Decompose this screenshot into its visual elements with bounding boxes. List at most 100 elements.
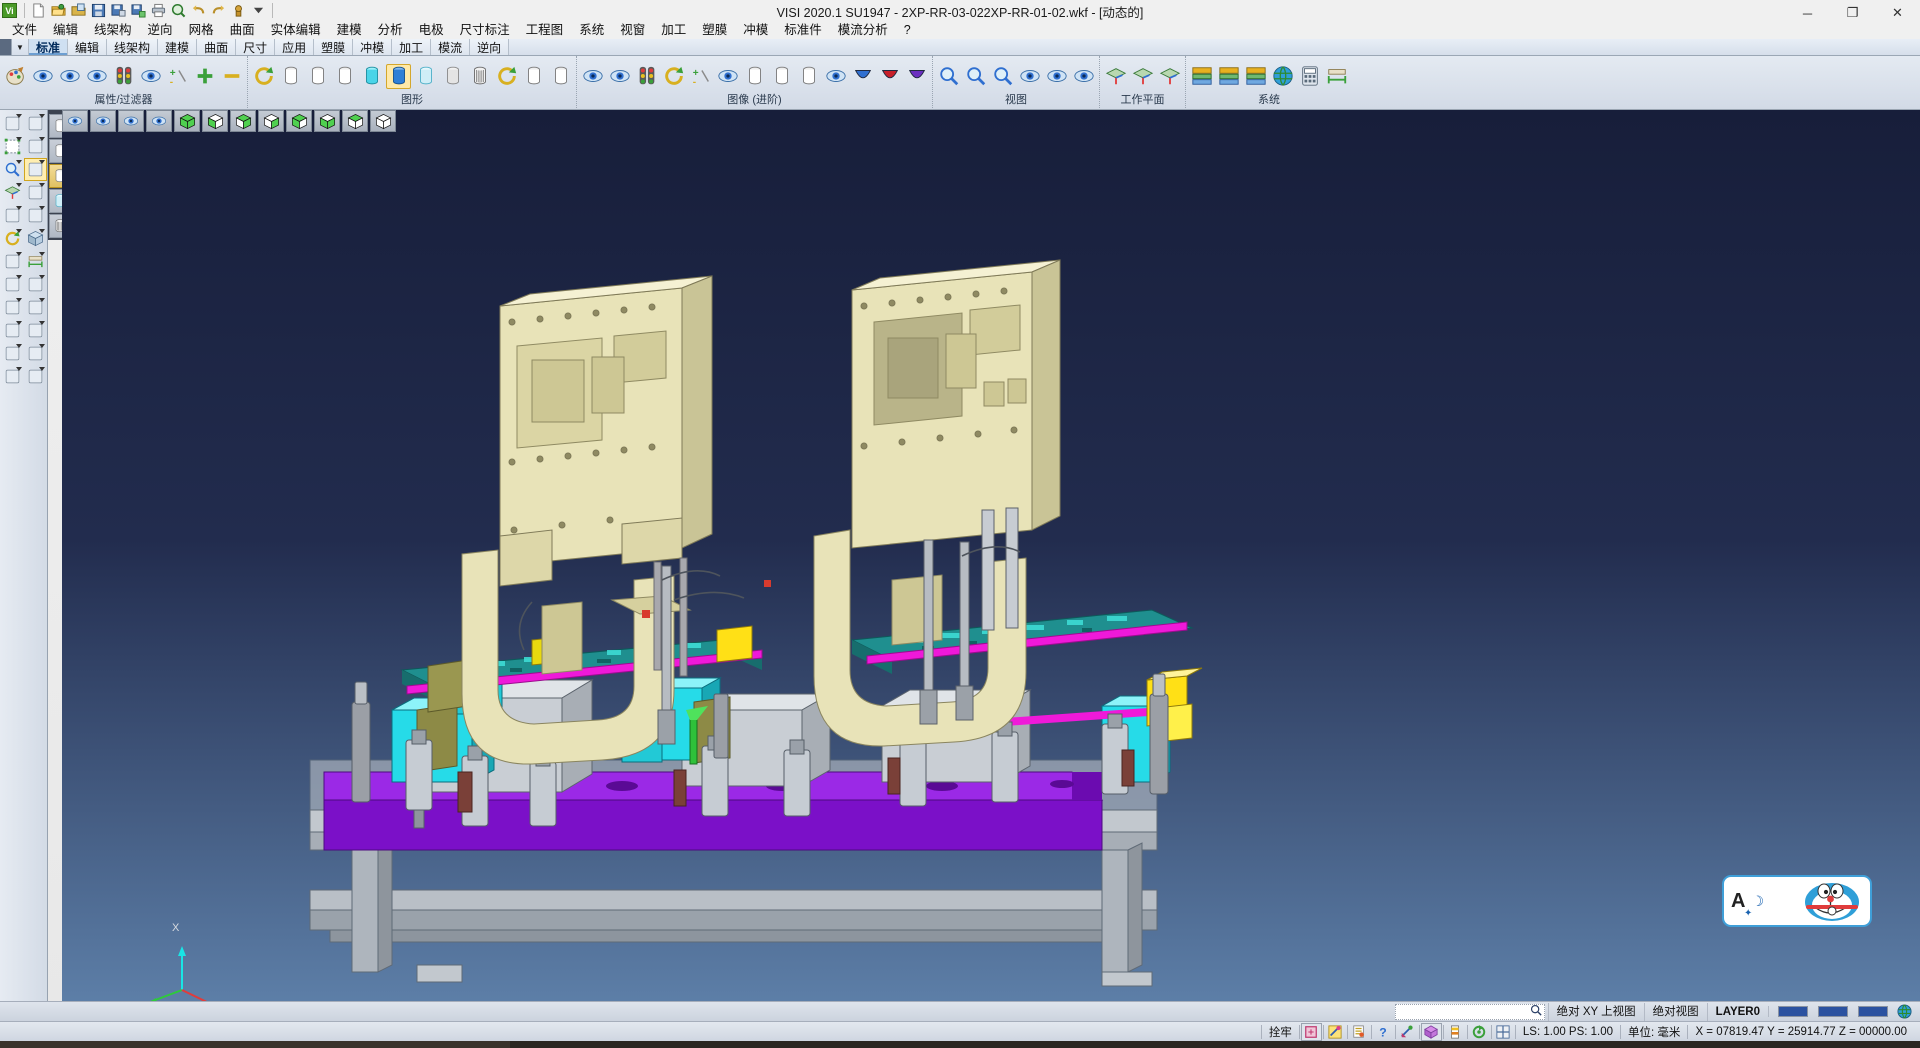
ribbon-tab-0[interactable]: 标准 [29, 39, 68, 55]
snap-solid-icon[interactable] [1421, 1023, 1442, 1041]
solid-cube-icon[interactable] [24, 227, 47, 250]
menu-item-19[interactable]: ? [896, 21, 919, 39]
undo-entity-icon[interactable] [24, 273, 47, 296]
save-all-icon[interactable] [129, 1, 148, 20]
view-axis-icon[interactable] [146, 110, 172, 132]
wireframe-shade-icon[interactable] [278, 64, 303, 89]
ribbon-tab-1[interactable]: 编辑 [68, 39, 107, 55]
color-chip-3[interactable] [1858, 1006, 1888, 1017]
ghost-view-icon[interactable] [823, 64, 848, 89]
menu-item-13[interactable]: 视窗 [612, 21, 653, 39]
view-plane-label[interactable]: 绝对 XY 上视图 [1548, 1003, 1644, 1021]
advanced-hide-icon[interactable] [607, 64, 632, 89]
search-input[interactable] [1395, 1004, 1545, 1020]
menu-item-7[interactable]: 建模 [329, 21, 370, 39]
fillet-icon[interactable] [24, 319, 47, 342]
shade-settings-icon[interactable] [548, 64, 573, 89]
snap-grid-icon[interactable] [1301, 1023, 1322, 1041]
pan-view-icon[interactable] [1017, 64, 1042, 89]
mesh-shade-icon[interactable] [467, 64, 492, 89]
layer-label[interactable]: LAYER0 [1707, 1003, 1768, 1021]
hide-entity-icon[interactable] [84, 64, 109, 89]
menu-item-0[interactable]: 文件 [4, 21, 45, 39]
ribbon-tab-8[interactable]: 冲模 [353, 39, 392, 55]
snap-point-icon[interactable] [1349, 1023, 1370, 1041]
calculator-icon[interactable] [1297, 64, 1322, 89]
save-as-icon[interactable] [109, 1, 128, 20]
zoom-fit-icon[interactable] [990, 64, 1015, 89]
measure-icon[interactable] [1324, 64, 1349, 89]
ribbon-tab-11[interactable]: 逆向 [470, 39, 509, 55]
grid-toggle-icon[interactable] [1493, 1023, 1514, 1041]
dimension-icon[interactable] [24, 250, 47, 273]
redo-icon[interactable] [209, 1, 228, 20]
dynamic-view-icon[interactable] [1071, 64, 1096, 89]
draw-curve-icon[interactable] [24, 135, 47, 158]
menu-item-12[interactable]: 系统 [571, 21, 612, 39]
hidden-line-dashed-icon[interactable] [332, 64, 357, 89]
view-list-icon[interactable] [62, 110, 88, 132]
ribbon-tab-5[interactable]: 尺寸 [236, 39, 275, 55]
view-properties-icon[interactable] [30, 64, 55, 89]
new-document-icon[interactable] [29, 1, 48, 20]
menu-item-6[interactable]: 实体编辑 [263, 21, 329, 39]
shade-multi-sphere-icon[interactable] [904, 64, 929, 89]
edit-curve-icon[interactable] [24, 181, 47, 204]
explode-icon[interactable] [1, 365, 24, 388]
grid-plane-icon[interactable] [24, 204, 47, 227]
advanced-toggle-icon[interactable]: +- [688, 64, 713, 89]
transform-icon[interactable] [1, 296, 24, 319]
workplane-xy-icon[interactable] [1103, 64, 1128, 89]
layer-manager-icon[interactable] [1189, 64, 1214, 89]
workplane-define-icon[interactable] [1130, 64, 1155, 89]
view-right-icon[interactable] [258, 110, 284, 132]
shade-refresh-icon[interactable] [494, 64, 519, 89]
ribbon-tab-9[interactable]: 加工 [392, 39, 431, 55]
refresh-entity-icon[interactable] [1, 227, 24, 250]
checkbox-confirm-icon[interactable] [24, 158, 47, 181]
print-icon[interactable] [149, 1, 168, 20]
color-attribute-icon[interactable] [1, 204, 24, 227]
global-settings-icon[interactable] [1270, 64, 1295, 89]
zoom-all-icon[interactable] [963, 64, 988, 89]
view-isometric-icon[interactable] [174, 110, 200, 132]
add-filter-icon[interactable] [192, 64, 217, 89]
menu-item-1[interactable]: 编辑 [45, 21, 86, 39]
rotate-view-icon[interactable] [1044, 64, 1069, 89]
view-front-icon[interactable] [230, 110, 256, 132]
shaded-blue-icon[interactable] [386, 64, 411, 89]
remove-filter-icon[interactable] [219, 64, 244, 89]
menu-item-3[interactable]: 逆向 [140, 21, 181, 39]
shade-red-sphere-icon[interactable] [877, 64, 902, 89]
color-palette-icon[interactable] [3, 64, 28, 89]
view-back-icon[interactable] [342, 110, 368, 132]
shade-blue-sphere-icon[interactable] [850, 64, 875, 89]
select-window-icon[interactable] [1, 135, 24, 158]
menu-item-18[interactable]: 模流分析 [830, 21, 896, 39]
menu-item-11[interactable]: 工程图 [518, 21, 572, 39]
save-icon[interactable] [89, 1, 108, 20]
view-fit-icon[interactable] [90, 110, 116, 132]
settings-icon[interactable] [229, 1, 248, 20]
mirror-icon[interactable] [24, 296, 47, 319]
ribbon-tab-4[interactable]: 曲面 [197, 39, 236, 55]
menu-item-14[interactable]: 加工 [653, 21, 694, 39]
workplane-axis-icon[interactable] [1, 181, 24, 204]
layer-props-icon[interactable] [1243, 64, 1268, 89]
ribbon-tab-6[interactable]: 应用 [275, 39, 314, 55]
shaded-grey-icon[interactable] [440, 64, 465, 89]
layer-color-icon[interactable] [1445, 1023, 1466, 1041]
toggle-visibility-icon[interactable]: +- [165, 64, 190, 89]
open-folder-icon[interactable] [49, 1, 68, 20]
advanced-traffic-icon[interactable] [634, 64, 659, 89]
color-chip-2[interactable] [1818, 1006, 1848, 1017]
view-left-icon[interactable] [286, 110, 312, 132]
menu-item-8[interactable]: 分析 [370, 21, 411, 39]
color-chip-1[interactable] [1778, 1006, 1808, 1017]
shaded-cyan-icon[interactable] [359, 64, 384, 89]
view-mode-label[interactable]: 绝对视图 [1644, 1003, 1707, 1021]
print-preview-icon[interactable] [169, 1, 188, 20]
refresh-icon[interactable] [1469, 1023, 1490, 1041]
layer-new-icon[interactable] [1216, 64, 1241, 89]
menu-item-2[interactable]: 线架构 [86, 21, 140, 39]
